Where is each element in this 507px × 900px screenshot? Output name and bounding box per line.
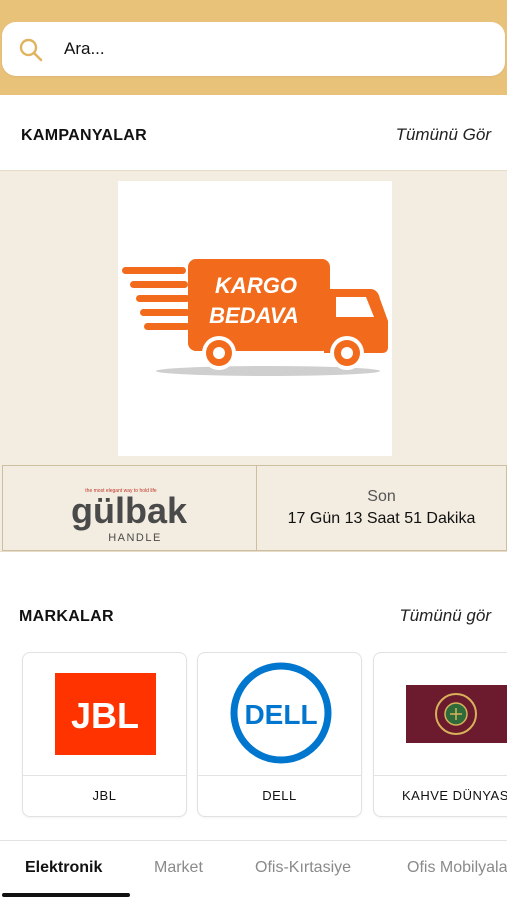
gulbak-logo: the most elegant way to hold life gülbak… [71, 488, 188, 544]
campaigns-see-all-link[interactable]: Tümünü Gör [396, 125, 491, 145]
divider [198, 775, 361, 776]
search-bar[interactable] [2, 22, 505, 76]
countdown-value: 17 Gün 13 Saat 51 Dakika [287, 510, 476, 527]
brand-card-dell[interactable]: DELL DELL [197, 652, 362, 817]
brands-header: MARKALAR Tümünü gör [0, 598, 507, 638]
tab-elektronik[interactable]: Elektronik [25, 859, 102, 877]
divider [23, 775, 186, 776]
tabs-divider [0, 840, 507, 841]
delivery-truck-icon: KARGO BEDAVA [122, 259, 388, 376]
campaigns-title: KAMPANYALAR [21, 127, 147, 144]
tab-ofis-mobilyalari[interactable]: Ofis Mobilyaları [407, 859, 507, 877]
brands-title: MARKALAR [19, 608, 114, 625]
campaign-brand-logo: the most elegant way to hold life gülbak… [2, 465, 256, 551]
countdown-label: Son [367, 488, 396, 505]
campaign-banner-image[interactable]: KARGO BEDAVA [118, 181, 392, 456]
campaign-card[interactable]: KARGO BEDAVA the most elegant way to hol… [0, 170, 507, 552]
campaign-countdown: Son 17 Gün 13 Saat 51 Dakika [256, 465, 507, 551]
tab-market[interactable]: Market [154, 859, 203, 877]
campaigns-header: KAMPANYALAR Tümünü Gör [0, 117, 507, 157]
svg-text:gülbak: gülbak [71, 490, 188, 531]
jbl-logo: JBL [23, 653, 186, 775]
app-screen: KAMPANYALAR Tümünü Gör [0, 0, 507, 900]
tab-ofis-kirtasiye[interactable]: Ofis-Kırtasiye [255, 859, 351, 877]
banner-text-line2: BEDAVA [209, 303, 299, 328]
search-icon [19, 38, 43, 62]
divider [374, 775, 507, 776]
svg-text:DELL: DELL [244, 699, 317, 730]
brand-card-jbl[interactable]: JBL JBL [22, 652, 187, 817]
header-bar [0, 0, 507, 95]
brands-see-all-link[interactable]: Tümünü gör [399, 606, 491, 626]
brand-card-kahve-dunyasi[interactable]: KAHVE DÜNYASI [373, 652, 507, 817]
active-tab-indicator [2, 893, 130, 897]
brand-name: KAHVE DÜNYASI [402, 788, 507, 803]
brand-name: DELL [262, 788, 297, 803]
svg-text:HANDLE: HANDLE [108, 532, 162, 544]
brand-name: JBL [92, 788, 117, 803]
kahve-dunyasi-logo [374, 653, 507, 775]
banner-text-line1: KARGO [215, 273, 297, 298]
dell-logo: DELL [198, 653, 361, 775]
search-input[interactable] [64, 36, 484, 62]
svg-text:JBL: JBL [71, 695, 139, 736]
